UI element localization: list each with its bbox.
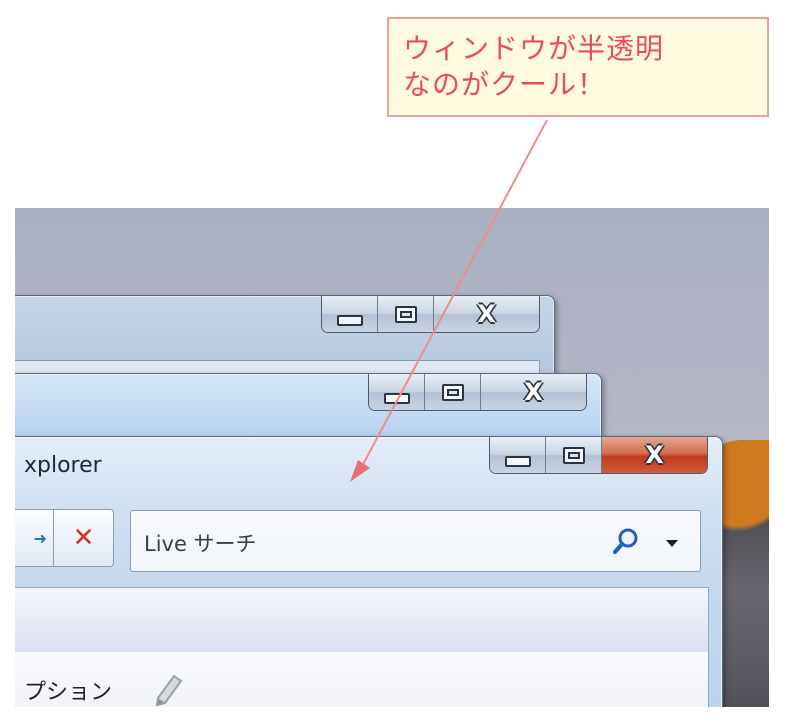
annotation-callout: ウィンドウが半透明 なのがクール！ <box>387 17 769 117</box>
command-bar <box>15 652 708 707</box>
maximize-button[interactable] <box>425 374 481 410</box>
stop-button[interactable]: ✕ <box>54 509 114 567</box>
minimize-button[interactable] <box>322 296 378 332</box>
window-middle-caption-buttons: X <box>368 374 587 411</box>
maximize-button[interactable] <box>378 296 434 332</box>
minimize-icon <box>383 392 410 404</box>
close-button[interactable]: X <box>434 296 539 332</box>
close-button[interactable]: X <box>602 437 707 473</box>
navigation-buttons: ➜ ✕ <box>15 509 114 569</box>
window-title: xplorer <box>24 453 102 478</box>
minimize-icon <box>504 455 531 467</box>
maximize-icon <box>562 446 585 464</box>
close-icon: X <box>645 441 664 469</box>
minimize-button[interactable] <box>490 437 546 473</box>
minimize-button[interactable] <box>369 374 425 410</box>
desktop-background: X X xplorer X ➜ ✕ Live サーチ プション <box>15 208 769 707</box>
tab-strip <box>15 588 708 653</box>
magnifier-icon[interactable] <box>610 525 642 557</box>
close-button[interactable]: X <box>481 374 586 410</box>
close-icon: X <box>477 300 496 328</box>
maximize-icon <box>441 383 464 401</box>
callout-line-2: なのがクール！ <box>403 68 607 101</box>
browser-toolbar-area: プション <box>15 587 709 707</box>
callout-line-1: ウィンドウが半透明 <box>403 32 665 65</box>
maximize-icon <box>394 305 417 323</box>
live-search-box[interactable]: Live サーチ <box>130 510 701 572</box>
chevron-down-icon[interactable] <box>660 531 684 555</box>
menu-item-options[interactable]: プション <box>24 674 112 706</box>
stop-x-icon: ✕ <box>72 523 95 553</box>
search-input[interactable]: Live サーチ <box>144 528 257 558</box>
minimize-icon <box>336 314 363 326</box>
window-back-caption-buttons: X <box>321 296 540 333</box>
screenshot-stage: ウィンドウが半透明 なのがクール！ X X xplorer X ➜ ✕ Live… <box>0 0 800 723</box>
window-front-caption-buttons: X <box>489 437 708 474</box>
window-front-internet-explorer[interactable]: xplorer X ➜ ✕ Live サーチ プション <box>15 436 723 707</box>
close-icon: X <box>524 378 543 406</box>
forward-button[interactable]: ➜ <box>15 509 54 567</box>
maximize-button[interactable] <box>546 437 602 473</box>
forward-arrow-icon: ➜ <box>33 528 47 548</box>
pencil-icon[interactable] <box>148 668 188 707</box>
